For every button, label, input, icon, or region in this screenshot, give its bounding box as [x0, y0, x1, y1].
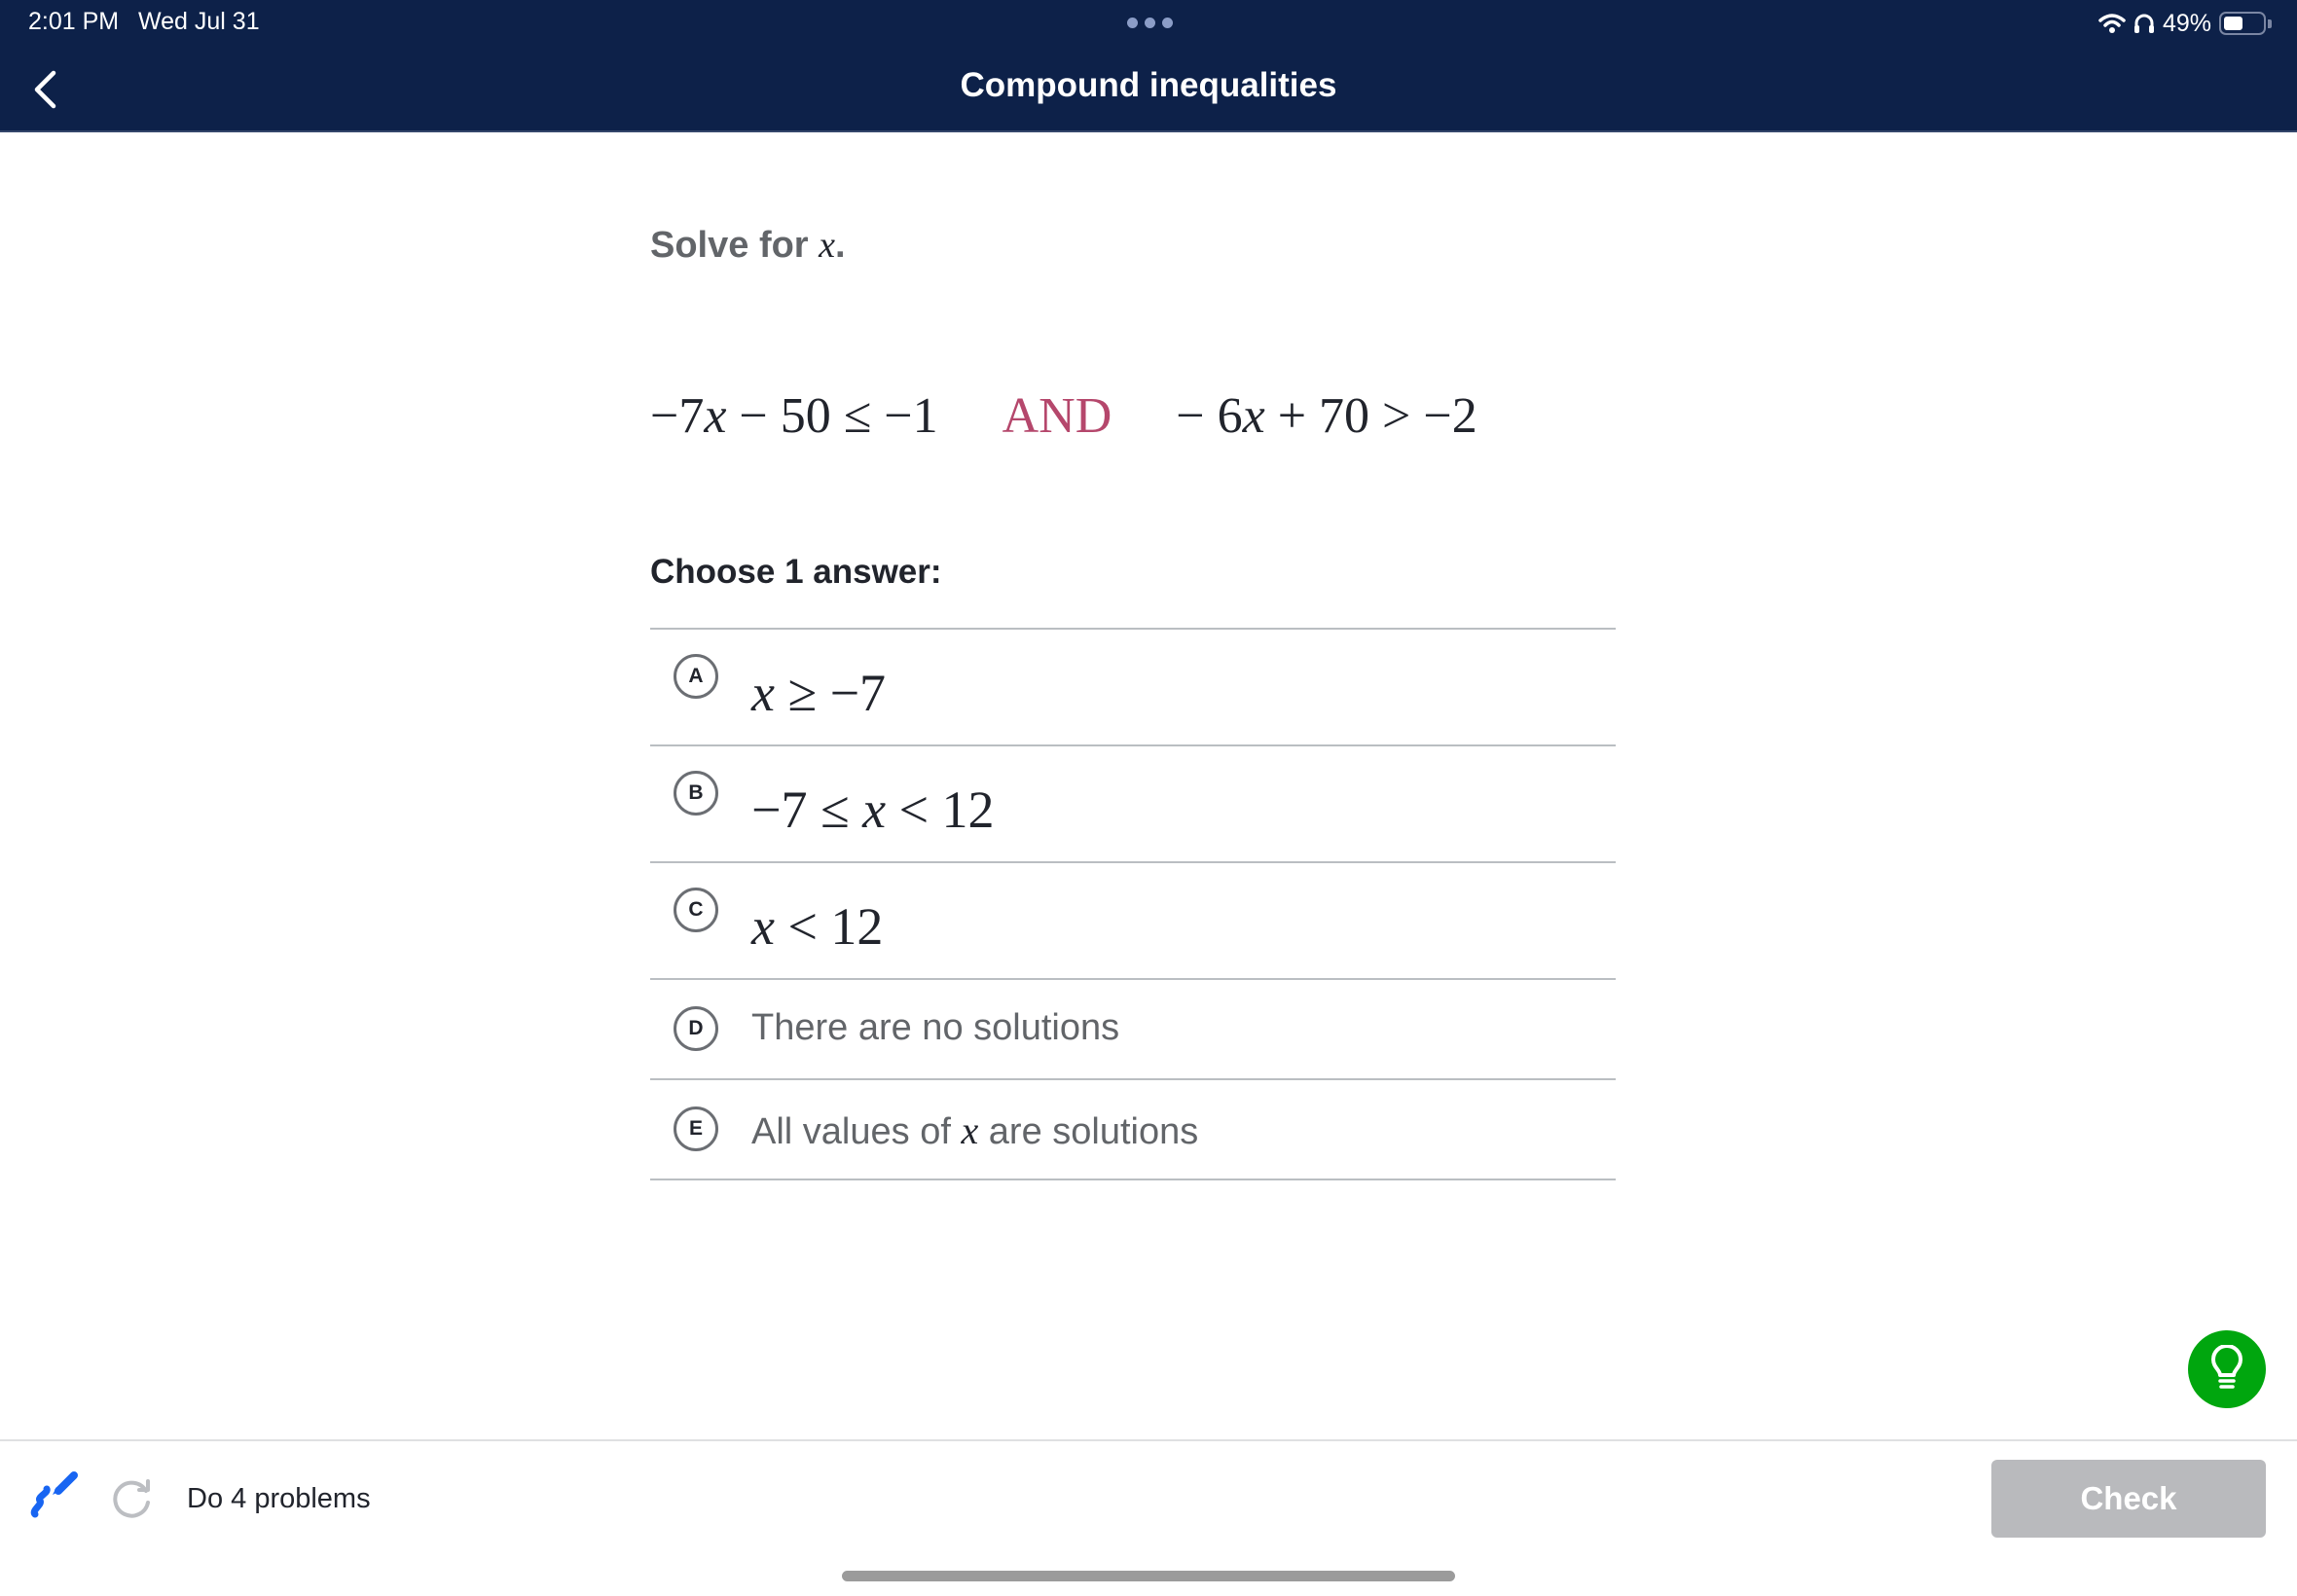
- choice-radio-d[interactable]: D: [674, 1006, 718, 1051]
- scratchpad-button[interactable]: [29, 1471, 80, 1522]
- headphones-icon: [2133, 14, 2154, 33]
- status-time: 2:01 PM: [28, 8, 120, 35]
- choice-radio-b[interactable]: B: [674, 771, 718, 816]
- left-inequality: −7x − 50 ≤ −1: [650, 388, 938, 444]
- choice-d[interactable]: D There are no solutions: [650, 980, 1616, 1080]
- status-indicators: 49%: [2098, 6, 2272, 41]
- choose-label: Choose 1 answer:: [650, 553, 942, 591]
- question-prompt: Solve for x.: [650, 224, 1616, 292]
- battery-percent: 49%: [2162, 9, 2211, 37]
- top-navigation-bar: 2:01 PM Wed Jul 31 49% Compound inequali…: [0, 0, 2297, 132]
- right-inequality: − 6x + 70 > −2: [1176, 388, 1477, 444]
- choice-radio-e[interactable]: E: [674, 1106, 718, 1151]
- choice-e-content: All values of x are solutions: [751, 1108, 1199, 1152]
- battery-tip: [2268, 18, 2272, 28]
- lightbulb-icon: [2211, 1345, 2242, 1389]
- wifi-icon: [2098, 14, 2126, 33]
- prompt-text: Solve for: [650, 225, 820, 266]
- compound-inequality: −7x − 50 ≤ −1 AND − 6x + 70 > −2: [650, 387, 1721, 445]
- choice-b[interactable]: B −7 ≤ x < 12: [650, 746, 1616, 863]
- choice-c[interactable]: C x < 12: [650, 863, 1616, 980]
- battery-icon: [2219, 12, 2266, 35]
- choice-radio-a[interactable]: A: [674, 654, 718, 699]
- and-connector: AND: [1002, 388, 1112, 444]
- choice-radio-c[interactable]: C: [674, 888, 718, 932]
- prompt-variable: x: [819, 225, 836, 266]
- choice-d-content: There are no solutions: [751, 1007, 1120, 1048]
- multitask-dots-icon[interactable]: [1127, 18, 1173, 28]
- retry-button[interactable]: [112, 1477, 153, 1518]
- scratchpad-pencil-icon: [30, 1471, 78, 1518]
- prompt-period: .: [835, 225, 846, 266]
- exercise-content: Solve for x. −7x − 50 ≤ −1 AND − 6x + 70 >…: [650, 224, 1616, 1180]
- choice-c-content: x < 12: [751, 897, 884, 956]
- status-date: Wed Jul 31: [138, 8, 260, 35]
- answer-choices: A x ≥ −7 B −7 ≤ x < 12 C x < 12 D There …: [650, 628, 1616, 1180]
- home-indicator[interactable]: [842, 1571, 1455, 1581]
- choice-a[interactable]: A x ≥ −7: [650, 630, 1616, 746]
- choice-e[interactable]: E All values of x are solutions: [650, 1080, 1616, 1180]
- page-title: Compound inequalities: [960, 66, 1337, 104]
- refresh-icon: [113, 1479, 150, 1518]
- choice-b-content: −7 ≤ x < 12: [751, 780, 995, 839]
- choice-a-content: x ≥ −7: [751, 664, 887, 722]
- check-button[interactable]: Check: [1991, 1460, 2266, 1538]
- footer-divider: [0, 1439, 2297, 1441]
- hint-button[interactable]: [2188, 1330, 2266, 1408]
- problem-count-label: Do 4 problems: [187, 1483, 371, 1514]
